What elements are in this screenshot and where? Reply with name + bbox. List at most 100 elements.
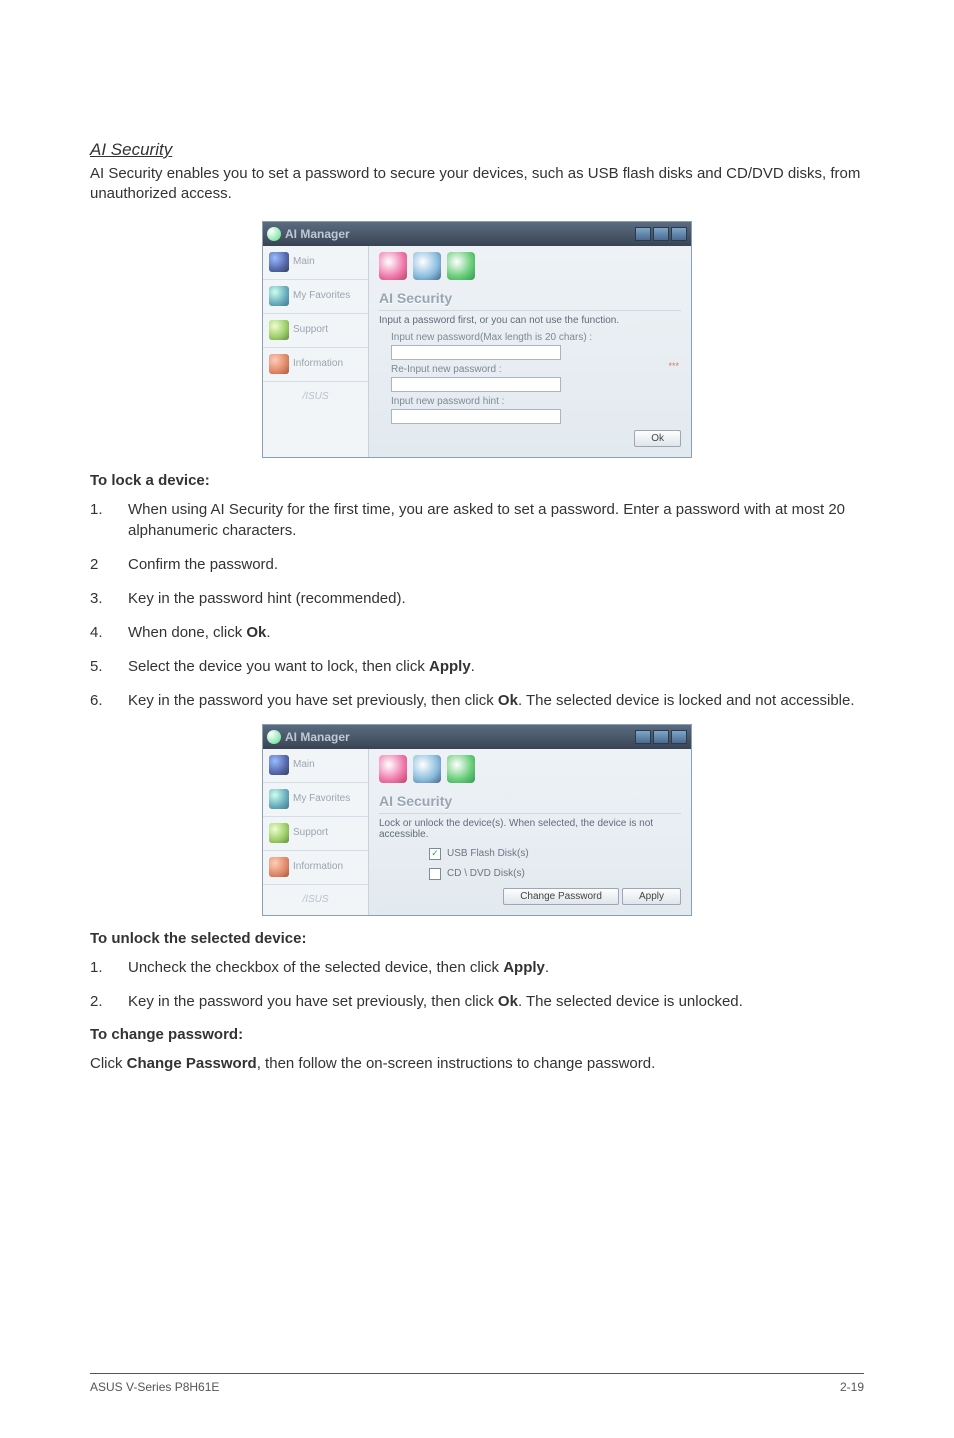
ok-bold-3: Ok <box>498 993 518 1010</box>
unlock-title: To unlock the selected device: <box>90 930 864 947</box>
tool-icon-2[interactable] <box>413 755 441 783</box>
sidebar-item-label: My Favorites <box>293 794 350 804</box>
apply-button[interactable]: Apply <box>622 888 681 905</box>
sidebar-item-favorites[interactable]: My Favorites <box>263 280 368 314</box>
apply-bold-2: Apply <box>503 959 545 976</box>
tool-icon-3[interactable] <box>447 252 475 280</box>
ok-bold-2: Ok <box>498 692 518 709</box>
sidebar-item-information[interactable]: Information <box>263 851 368 885</box>
change-title: To change password: <box>90 1026 864 1043</box>
sidebar-item-label: My Favorites <box>293 291 350 301</box>
lock-step-4: When done, click Ok. <box>90 622 864 643</box>
window-buttons[interactable] <box>635 227 687 241</box>
window-buttons[interactable] <box>635 730 687 744</box>
new-password-label: Input new password(Max length is 20 char… <box>391 332 681 343</box>
change-text-pre: Click <box>90 1055 127 1072</box>
lock-steps: When using AI Security for the first tim… <box>90 499 864 711</box>
app-title: AI Manager <box>267 730 350 744</box>
minimize-icon[interactable] <box>635 227 651 241</box>
warn-text: *** <box>668 361 679 371</box>
section-title: AI Security <box>379 286 681 311</box>
unlock-step-2: Key in the password you have set previou… <box>90 991 864 1012</box>
change-password-button[interactable]: Change Password <box>503 888 619 905</box>
close-icon[interactable] <box>671 227 687 241</box>
tool-icon-2[interactable] <box>413 252 441 280</box>
apply-bold: Apply <box>429 658 471 675</box>
ok-button[interactable]: Ok <box>634 430 681 447</box>
checkbox-icon[interactable] <box>429 868 441 880</box>
sidebar-item-support[interactable]: Support <box>263 817 368 851</box>
unlock-step-1: Uncheck the checkbox of the selected dev… <box>90 957 864 978</box>
sidebar-item-information[interactable]: Information <box>263 348 368 382</box>
sidebar-item-label: Support <box>293 325 328 335</box>
sidebar-item-main[interactable]: Main <box>263 749 368 783</box>
tool-icon-1[interactable] <box>379 252 407 280</box>
section-desc: Lock or unlock the device(s). When selec… <box>379 818 681 840</box>
sidebar-item-label: Main <box>293 257 315 267</box>
usb-check-row[interactable]: ✓USB Flash Disk(s) <box>429 848 681 860</box>
lock-step-6: Key in the password you have set previou… <box>90 690 864 711</box>
information-icon <box>269 354 289 374</box>
change-text-bold: Change Password <box>127 1055 257 1072</box>
new-password-input[interactable] <box>391 345 561 360</box>
sidebar-item-label: Support <box>293 828 328 838</box>
titlebar: AI Manager <box>263 222 691 246</box>
ai-security-heading: AI Security <box>90 140 864 160</box>
lock-title: To lock a device: <box>90 472 864 489</box>
ok-bold: Ok <box>246 624 266 641</box>
titlebar: AI Manager <box>263 725 691 749</box>
hint-row: Input new password hint : <box>391 396 681 424</box>
maximize-icon[interactable] <box>653 730 669 744</box>
main-panel: AI Security Input a password first, or y… <box>369 246 691 457</box>
page-footer: ASUS V-Series P8H61E 2-19 <box>90 1373 864 1394</box>
lock-step-2: Confirm the password. <box>90 554 864 575</box>
sidebar: Main My Favorites Support Information /I… <box>263 749 369 915</box>
screenshot-1: AI Manager Main My Favorites Support Inf… <box>90 221 864 458</box>
tool-icon-3[interactable] <box>447 755 475 783</box>
lock-step-1: When using AI Security for the first tim… <box>90 499 864 541</box>
app-title-text: AI Manager <box>285 227 350 241</box>
change-text: Click Change Password, then follow the o… <box>90 1053 864 1074</box>
support-icon <box>269 823 289 843</box>
sidebar-item-favorites[interactable]: My Favorites <box>263 783 368 817</box>
maximize-icon[interactable] <box>653 227 669 241</box>
unlock-steps: Uncheck the checkbox of the selected dev… <box>90 957 864 1012</box>
tool-icon-1[interactable] <box>379 755 407 783</box>
hint-label: Input new password hint : <box>391 396 681 407</box>
close-icon[interactable] <box>671 730 687 744</box>
sidebar: Main My Favorites Support Information /I… <box>263 246 369 457</box>
app-title-text: AI Manager <box>285 730 350 744</box>
ai-manager-window-1: AI Manager Main My Favorites Support Inf… <box>262 221 692 458</box>
sidebar-item-label: Main <box>293 760 315 770</box>
app-icon <box>267 227 281 241</box>
screenshot-2: AI Manager Main My Favorites Support Inf… <box>90 724 864 916</box>
toolbar-icons <box>379 252 681 280</box>
sidebar-item-label: Information <box>293 862 343 872</box>
footer-right: 2-19 <box>840 1380 864 1394</box>
section-desc: Input a password first, or you can not u… <box>379 315 681 326</box>
sidebar-item-support[interactable]: Support <box>263 314 368 348</box>
app-icon <box>267 730 281 744</box>
ai-manager-window-2: AI Manager Main My Favorites Support Inf… <box>262 724 692 916</box>
reinput-password-label: Re-Input new password : <box>391 364 681 375</box>
information-icon <box>269 857 289 877</box>
main-icon <box>269 252 289 272</box>
brand-logo: /ISUS <box>263 885 368 915</box>
lock-step-3: Key in the password hint (recommended). <box>90 588 864 609</box>
reinput-password-input[interactable] <box>391 377 561 392</box>
cddvd-check-row[interactable]: CD \ DVD Disk(s) <box>429 868 681 880</box>
minimize-icon[interactable] <box>635 730 651 744</box>
hint-input[interactable] <box>391 409 561 424</box>
reinput-password-row: Re-Input new password : *** <box>391 364 681 392</box>
toolbar-icons <box>379 755 681 783</box>
checkbox-icon[interactable]: ✓ <box>429 848 441 860</box>
favorites-icon <box>269 789 289 809</box>
cddvd-label: CD \ DVD Disk(s) <box>447 868 525 879</box>
sidebar-item-label: Information <box>293 359 343 369</box>
support-icon <box>269 320 289 340</box>
change-text-post: , then follow the on-screen instructions… <box>257 1055 656 1072</box>
intro-text: AI Security enables you to set a passwor… <box>90 164 864 205</box>
favorites-icon <box>269 286 289 306</box>
sidebar-item-main[interactable]: Main <box>263 246 368 280</box>
app-title: AI Manager <box>267 227 350 241</box>
